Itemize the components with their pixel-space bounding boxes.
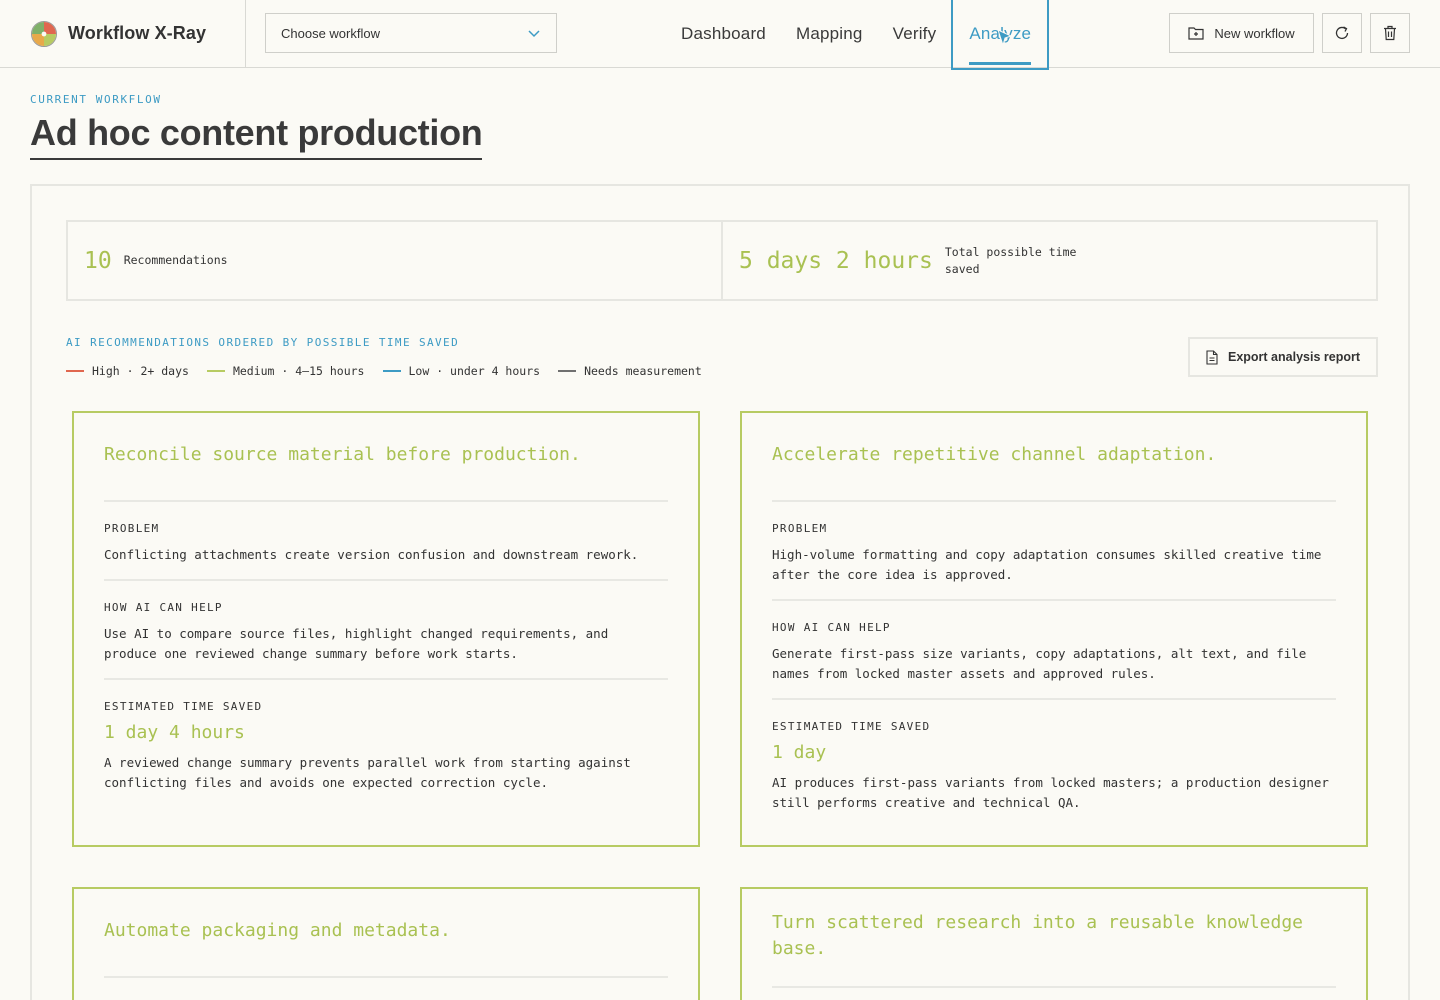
legend-swatch-medium [206, 370, 225, 372]
new-workflow-button[interactable]: New workflow [1169, 13, 1314, 53]
current-workflow-eyebrow: CURRENT WORKFLOW [30, 93, 162, 106]
recommendations-stat: 10 Recommendations [68, 222, 721, 299]
legend-needs-measurement: Needs measurement [558, 364, 702, 378]
legend-swatch-high [66, 370, 84, 372]
card-header: Turn scattered research into a reusable … [772, 889, 1336, 988]
recommendation-card[interactable]: Reconcile source material before product… [72, 411, 700, 847]
recommendation-card[interactable]: Turn scattered research into a reusable … [740, 887, 1368, 1000]
estimated-label: ESTIMATED TIME SAVED [104, 700, 263, 713]
problem-text: High-volume formatting and copy adaptati… [772, 547, 1322, 582]
how-ai-text: Generate first-pass size variants, copy … [772, 646, 1307, 681]
recommendations-count: 10 [84, 247, 112, 274]
analysis-panel: 10 Recommendations 5 days 2 hours Total … [30, 184, 1410, 1000]
logo-icon [31, 20, 57, 47]
nav-verify[interactable]: Verify [878, 0, 952, 68]
recommendations-label: Recommendations [123, 253, 228, 267]
card-title: Turn scattered research into a reusable … [772, 912, 1304, 959]
mouse-cursor-icon [997, 29, 1013, 47]
how-ai-text: Use AI to compare source files, highligh… [104, 626, 609, 661]
estimated-time-note: AI produces first-pass variants from loc… [772, 775, 1329, 810]
app-name: Workflow X-Ray [68, 23, 207, 43]
page-title: Ad hoc content production [30, 112, 483, 160]
legend-label: Needs measurement [584, 364, 702, 378]
chevron-down-icon [528, 30, 540, 38]
new-workflow-label: New workflow [1214, 25, 1295, 41]
card-time-section: ESTIMATED TIME SAVED 1 day AI produces f… [772, 700, 1336, 827]
nav-dashboard[interactable]: Dashboard [666, 0, 781, 68]
legend-medium: Medium · 4–15 hours [206, 364, 365, 378]
how-ai-label: HOW AI CAN HELP [104, 601, 223, 614]
trash-icon [1384, 25, 1396, 41]
legend-low: Low · under 4 hours [382, 364, 541, 378]
export-report-label: Export analysis report [1228, 350, 1360, 364]
card-header: Automate packaging and metadata. [104, 889, 668, 978]
card-time-section: ESTIMATED TIME SAVED 1 day 4 hours A rev… [104, 680, 668, 807]
card-help-section: HOW AI CAN HELP Generate first-pass size… [772, 601, 1336, 700]
legend-swatch-low [382, 370, 401, 372]
top-bar: Workflow X-Ray Choose workflow Dashboard… [0, 0, 1440, 70]
export-report-button[interactable]: Export analysis report [1188, 337, 1378, 377]
refresh-button[interactable] [1322, 13, 1362, 53]
legend-label: Low · under 4 hours [408, 364, 541, 378]
problem-label: PROBLEM [104, 522, 160, 535]
card-title: Automate packaging and metadata. [104, 920, 451, 941]
recommendation-card[interactable]: Accelerate repetitive channel adaptation… [740, 411, 1368, 847]
workflow-select[interactable]: Choose workflow [265, 13, 557, 53]
legend-high: High · 2+ days [66, 364, 189, 378]
card-title: Reconcile source material before product… [104, 444, 581, 465]
card-header: Reconcile source material before product… [104, 413, 668, 502]
card-help-section: HOW AI CAN HELP Use AI to compare source… [104, 581, 668, 680]
summary-stats: 10 Recommendations 5 days 2 hours Total … [66, 220, 1378, 301]
legend-swatch-needs-measurement [558, 370, 577, 372]
refresh-icon [1335, 26, 1349, 40]
brand[interactable]: Workflow X-Ray [0, 0, 246, 67]
total-time-saved-label: Total possible time saved [944, 244, 1077, 276]
impact-legend: High · 2+ days Medium · 4–15 hours Low ·… [66, 364, 702, 378]
main-nav: Dashboard Mapping Verify Analyze [666, 0, 1050, 70]
problem-text: Conflicting attachments create version c… [104, 547, 639, 562]
total-time-saved-value: 5 days 2 hours [739, 247, 933, 274]
how-ai-label: HOW AI CAN HELP [772, 621, 891, 634]
legend-label: Medium · 4–15 hours [232, 364, 365, 378]
document-icon [1206, 349, 1218, 365]
estimated-time-note: A reviewed change summary prevents paral… [104, 755, 631, 790]
delete-button[interactable] [1370, 13, 1410, 53]
folder-plus-icon [1188, 27, 1205, 40]
card-problem-section: PROBLEM Conflicting attachments create v… [104, 502, 668, 581]
estimated-time-value: 1 day 4 hours [104, 722, 245, 743]
estimated-label: ESTIMATED TIME SAVED [772, 720, 931, 733]
estimated-time-value: 1 day [772, 742, 827, 763]
workflow-select-value: Choose workflow [281, 25, 380, 41]
nav-mapping[interactable]: Mapping [781, 0, 878, 68]
card-problem-section: PROBLEM High-volume formatting and copy … [772, 502, 1336, 601]
time-saved-stat: 5 days 2 hours Total possible time saved [721, 222, 1376, 299]
legend-label: High · 2+ days [92, 364, 189, 378]
recommendations-section-title: AI RECOMMENDATIONS ORDERED BY POSSIBLE T… [66, 336, 460, 349]
problem-label: PROBLEM [772, 522, 828, 535]
card-header: Accelerate repetitive channel adaptation… [772, 413, 1336, 502]
recommendation-card[interactable]: Automate packaging and metadata. [72, 887, 700, 1000]
card-title: Accelerate repetitive channel adaptation… [772, 444, 1217, 465]
